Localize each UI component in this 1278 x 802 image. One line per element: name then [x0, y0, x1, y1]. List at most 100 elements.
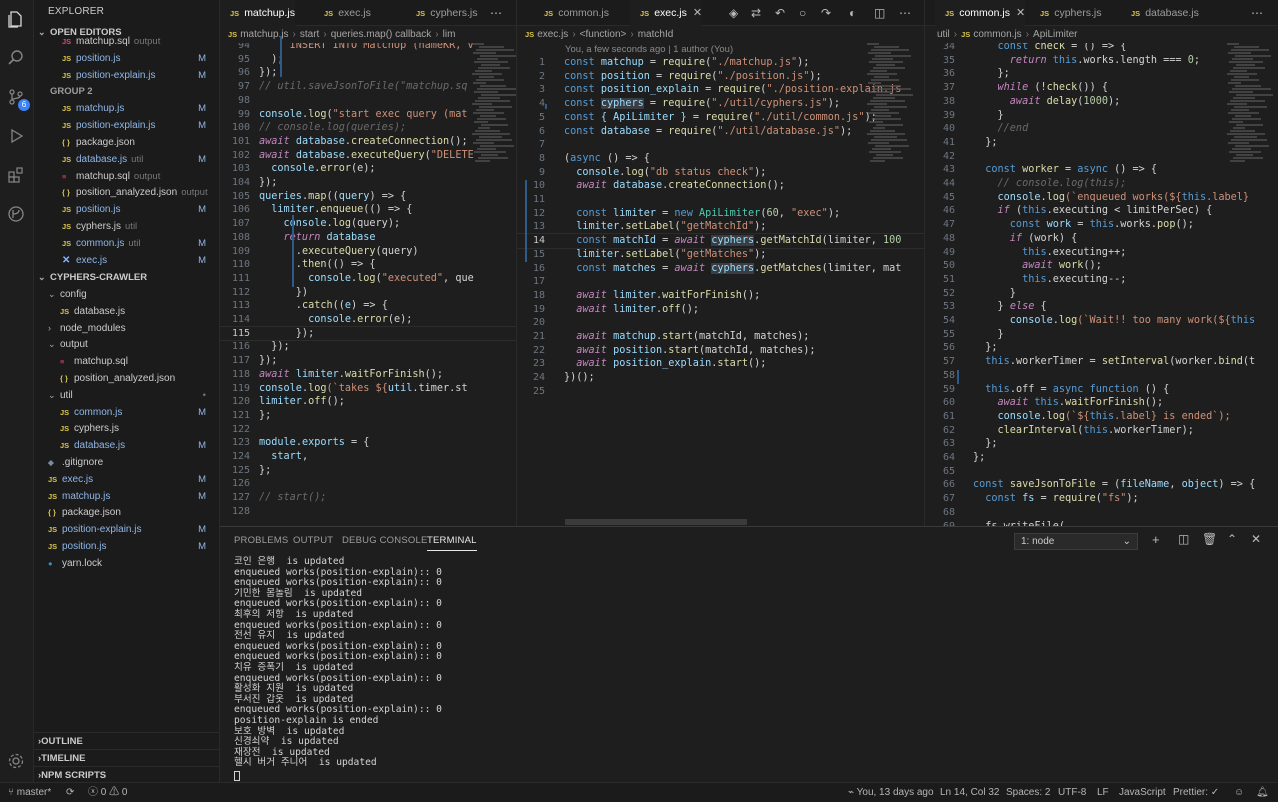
- code-line[interactable]: 40 //end: [925, 122, 1278, 136]
- code-editor-common[interactable]: 34 const check = () => {35 return this.w…: [925, 43, 1278, 526]
- code-line[interactable]: 60 await this.waitForFinish();: [925, 396, 1278, 410]
- trash-icon[interactable]: 🗑: [1202, 532, 1217, 546]
- code-line[interactable]: 51 this.executing--;: [925, 273, 1278, 287]
- git-change-indicator[interactable]: [525, 180, 527, 262]
- breadcrumb-item[interactable]: start: [300, 29, 319, 40]
- folder-item[interactable]: ⌄ config: [34, 286, 219, 303]
- breadcrumb-item[interactable]: lim: [443, 29, 456, 40]
- code-line[interactable]: 12 const limiter = new ApiLimiter(60, "e…: [517, 207, 924, 221]
- code-line[interactable]: 36 };: [925, 67, 1278, 81]
- close-panel-icon[interactable]: ✕: [1251, 532, 1261, 546]
- notifications-bell-icon[interactable]: 🔔︎: [1256, 783, 1269, 802]
- open-editor-item[interactable]: JS matchup.js M: [34, 100, 219, 117]
- code-line[interactable]: 17: [517, 275, 924, 289]
- open-editor-item[interactable]: JS matchup.sql output: [34, 33, 219, 50]
- close-icon[interactable]: ✕: [62, 252, 76, 269]
- indentation[interactable]: Spaces: 2: [1006, 783, 1050, 802]
- code-line[interactable]: 6 const database = require("./util/databa…: [517, 125, 924, 139]
- breadcrumb-item[interactable]: common.js: [973, 29, 1021, 40]
- git-change-indicator[interactable]: [545, 104, 547, 109]
- code-line[interactable]: 64};: [925, 451, 1278, 465]
- code-line[interactable]: 56 };: [925, 341, 1278, 355]
- file-tree-item[interactable]: JS position-explain.js M: [34, 521, 219, 538]
- code-line[interactable]: 54 console.log(`Wait!! too many work(${t…: [925, 314, 1278, 328]
- breadcrumb-item[interactable]: ApiLimiter: [1033, 29, 1077, 40]
- breadcrumb-item[interactable]: queries.map() callback: [331, 29, 432, 40]
- breadcrumb-item[interactable]: <function>: [580, 29, 627, 40]
- run-debug-icon[interactable]: [5, 125, 27, 147]
- new-terminal-icon[interactable]: +: [1152, 532, 1160, 547]
- file-tree-item[interactable]: { } package.json: [34, 504, 219, 521]
- code-line[interactable]: 24})();: [517, 371, 924, 385]
- feedback-icon[interactable]: ☺: [1234, 783, 1244, 802]
- code-line[interactable]: 66 const saveJsonToFile = (fileName, obje…: [925, 478, 1278, 492]
- code-line[interactable]: 23 await position_explain.start();: [517, 357, 924, 371]
- more-actions-icon[interactable]: ⋯: [1251, 0, 1263, 26]
- git-blame-status[interactable]: ⌁ You, 13 days ago: [848, 783, 934, 802]
- remote-explorer-icon[interactable]: [5, 203, 27, 225]
- panel-tab-debug-console[interactable]: DEBUG CONSOLE: [342, 535, 427, 551]
- editor-tab[interactable]: JS cyphers.js: [1030, 0, 1101, 26]
- file-tree-item[interactable]: JS database.js M: [34, 437, 219, 454]
- code-line[interactable]: 53 } else {: [925, 300, 1278, 314]
- code-line[interactable]: 10 await database.createConnection();: [517, 179, 924, 193]
- horizontal-scrollbar[interactable]: [565, 519, 747, 525]
- code-line[interactable]: 18 await limiter.waitForFinish();: [517, 289, 924, 303]
- code-line[interactable]: 9 console.log("db status check");: [517, 166, 924, 180]
- editor-tab[interactable]: JS exec.js ✕: [630, 0, 703, 26]
- panel-tab-terminal[interactable]: TERMINAL: [427, 535, 477, 551]
- compare-icon[interactable]: ⇄: [751, 0, 761, 26]
- code-line[interactable]: 42: [925, 150, 1278, 164]
- code-editor-exec[interactable]: You, a few seconds ago | 1 author (You) 1…: [517, 43, 924, 526]
- code-line[interactable]: 8 (async () => {: [517, 152, 924, 166]
- code-editor-matchup[interactable]: 94 `INSERT INTO MatchUp (nameKR, v 95 ); 9…: [220, 43, 516, 526]
- git-change-indicator[interactable]: [957, 370, 959, 384]
- file-tree-item[interactable]: ◆ .gitignore: [34, 454, 219, 471]
- code-line[interactable]: 13 limiter.setLabel("getMatchId");: [517, 220, 924, 234]
- code-line[interactable]: 57 this.workerTimer = setInterval(worker…: [925, 355, 1278, 369]
- code-line[interactable]: 39 }: [925, 109, 1278, 123]
- encoding[interactable]: UTF-8: [1058, 783, 1086, 802]
- breadcrumb-item[interactable]: util: [937, 29, 950, 40]
- language-mode[interactable]: JavaScript: [1119, 783, 1166, 802]
- open-editor-item[interactable]: ≡ matchup.sql output: [34, 168, 219, 185]
- go-back-icon[interactable]: ↶: [775, 0, 785, 26]
- code-line[interactable]: 1 const matchup = require("./matchup.js")…: [517, 56, 924, 70]
- explorer-icon[interactable]: [5, 8, 27, 30]
- breadcrumb-item[interactable]: matchId: [638, 29, 674, 40]
- open-editor-item[interactable]: JS position.js M: [34, 201, 219, 218]
- close-tab-icon[interactable]: ✕: [1016, 7, 1025, 19]
- sync-icon[interactable]: ⟳: [66, 783, 74, 802]
- file-tree-item[interactable]: JS common.js M: [34, 404, 219, 421]
- code-line[interactable]: 55 }: [925, 328, 1278, 342]
- panel-tab-output[interactable]: OUTPUT: [293, 535, 333, 551]
- file-tree-item[interactable]: JS cyphers.js: [34, 420, 219, 437]
- code-line[interactable]: 65: [925, 465, 1278, 479]
- code-line[interactable]: 14 const matchId = await cyphers.getMatc…: [517, 233, 924, 249]
- terminal-select[interactable]: 1: node ⌄: [1014, 533, 1138, 550]
- revert-icon[interactable]: ○: [799, 0, 806, 26]
- open-editor-item[interactable]: { } package.json: [34, 134, 219, 151]
- code-line[interactable]: 50 await work();: [925, 259, 1278, 273]
- breadcrumb[interactable]: JS exec.js › <function> › matchId: [517, 27, 924, 43]
- prettier-status[interactable]: Prettier: ✓: [1173, 783, 1219, 802]
- file-tree-item[interactable]: ≡ matchup.sql: [34, 353, 219, 370]
- code-line[interactable]: 37 while (!check()) {: [925, 81, 1278, 95]
- open-changes-icon[interactable]: ◈: [729, 0, 738, 26]
- breadcrumb[interactable]: util › JS common.js › ApiLimiter: [925, 27, 1278, 43]
- code-line[interactable]: 25: [517, 385, 924, 399]
- editor-tab[interactable]: JS database.js: [1121, 0, 1199, 26]
- code-line[interactable]: 49 this.executing++;: [925, 246, 1278, 260]
- open-editor-item[interactable]: JS common.js util M: [34, 235, 219, 252]
- more-actions-icon[interactable]: ⋯: [899, 0, 911, 26]
- code-line[interactable]: 19 await limiter.off();: [517, 303, 924, 317]
- code-line[interactable]: 67 const fs = require("fs");: [925, 492, 1278, 506]
- code-line[interactable]: 15 limiter.setLabel("getMatches");: [517, 248, 924, 262]
- open-editor-item[interactable]: JS database.js util M: [34, 151, 219, 168]
- code-line[interactable]: 38 await delay(1000);: [925, 95, 1278, 109]
- editor-tab[interactable]: JS matchup.js: [220, 0, 295, 26]
- code-line[interactable]: 3 const position_explain = require("./pos…: [517, 83, 924, 97]
- folder-item[interactable]: ⌄ util •: [34, 387, 219, 404]
- git-change-indicator[interactable]: [292, 215, 294, 287]
- editor-tab[interactable]: JS common.js: [534, 0, 609, 26]
